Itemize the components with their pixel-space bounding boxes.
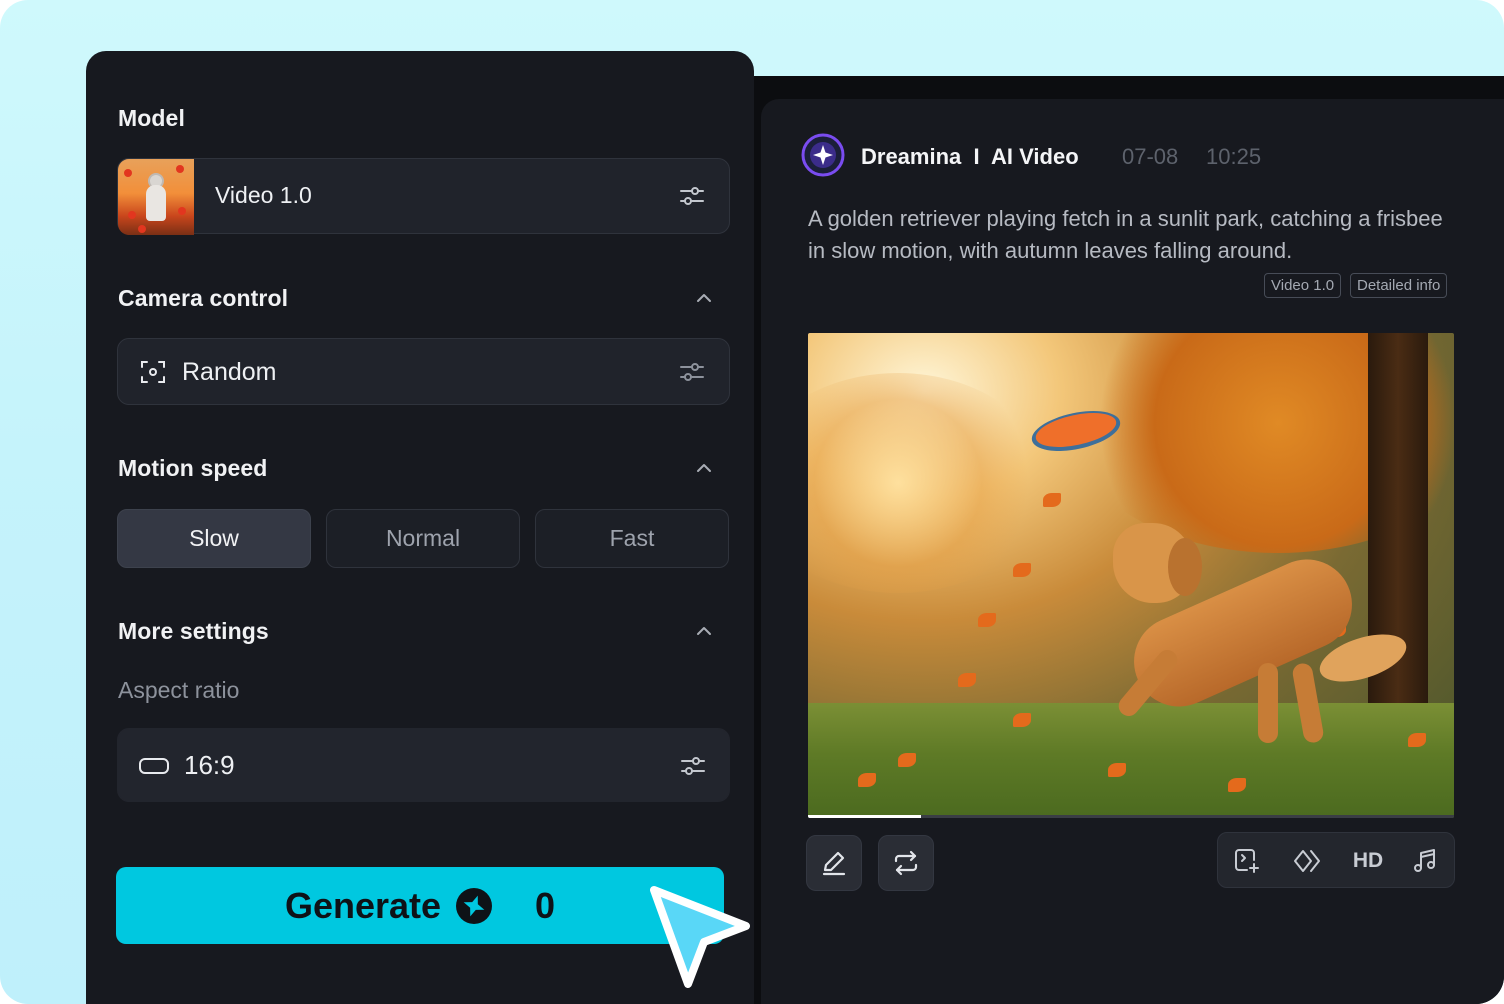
camera-control-value: Random	[182, 358, 277, 386]
generate-label: Generate	[284, 884, 442, 926]
edit-button[interactable]	[806, 835, 862, 891]
extend-icon	[1235, 849, 1259, 873]
chevron-up-icon[interactable]	[693, 287, 715, 309]
chevron-up-icon[interactable]	[693, 457, 715, 479]
settings-sliders-icon[interactable]	[679, 752, 707, 780]
generation-date: 07-08	[1122, 144, 1179, 169]
settings-sliders-icon[interactable]	[678, 182, 706, 210]
video-tools-group: HD	[1217, 832, 1455, 888]
settings-panel: Model Video 1.0 Camera control Random Mo…	[86, 51, 754, 1004]
aspect-ratio-value: 16:9	[184, 750, 235, 780]
prompt-text: A golden retriever playing fetch in a su…	[808, 206, 1443, 263]
hd-label: HD	[1352, 849, 1384, 872]
music-icon	[1414, 849, 1435, 872]
dreamina-logo-icon	[801, 133, 845, 177]
pointer-cursor-icon	[650, 886, 750, 988]
model-section-title: Model	[118, 105, 185, 131]
speed-fast-button[interactable]: Fast	[535, 509, 729, 568]
video-progress-fill	[808, 815, 922, 818]
video-progress-track[interactable]	[808, 815, 1454, 818]
more-settings-title: More settings	[118, 618, 269, 644]
interpolate-icon	[1294, 850, 1320, 872]
model-name: Video 1.0	[215, 182, 312, 208]
model-selector[interactable]: Video 1.0	[117, 158, 730, 235]
credit-count: 0	[535, 884, 556, 926]
camera-control-title: Camera control	[118, 285, 289, 311]
model-thumbnail	[118, 159, 194, 235]
camera-control-selector[interactable]: Random	[117, 338, 730, 405]
edit-icon	[822, 851, 846, 876]
speed-slow-button[interactable]: Slow	[117, 509, 311, 568]
video-preview[interactable]	[808, 333, 1454, 818]
credit-icon	[456, 887, 493, 924]
extend-button[interactable]	[1232, 846, 1262, 876]
speed-normal-button[interactable]: Normal	[326, 509, 520, 568]
camera-focus-icon	[141, 361, 165, 383]
detailed-info-tag[interactable]: Detailed info	[1350, 273, 1448, 298]
regenerate-button[interactable]	[878, 835, 934, 891]
result-panel: Dreamina I AI Video 07-08 10:25 A golden…	[761, 99, 1504, 1004]
hd-button[interactable]: HD	[1348, 846, 1388, 876]
settings-sliders-icon[interactable]	[678, 358, 706, 386]
regenerate-icon	[894, 850, 918, 876]
interpolate-button[interactable]	[1292, 846, 1322, 876]
aspect-ratio-icon	[139, 758, 169, 774]
chevron-up-icon[interactable]	[693, 620, 715, 642]
app-title: Dreamina I AI Video	[861, 144, 1079, 169]
aspect-ratio-selector[interactable]: 16:9	[117, 728, 730, 802]
motion-speed-title: Motion speed	[118, 455, 268, 481]
app-frame: Model Video 1.0 Camera control Random Mo…	[0, 0, 1504, 1004]
model-tag[interactable]: Video 1.0	[1264, 273, 1342, 298]
generation-time: 10:25	[1206, 144, 1262, 169]
aspect-ratio-label: Aspect ratio	[118, 677, 240, 703]
music-button[interactable]	[1410, 846, 1440, 876]
generate-button[interactable]: Generate 0	[116, 867, 724, 944]
